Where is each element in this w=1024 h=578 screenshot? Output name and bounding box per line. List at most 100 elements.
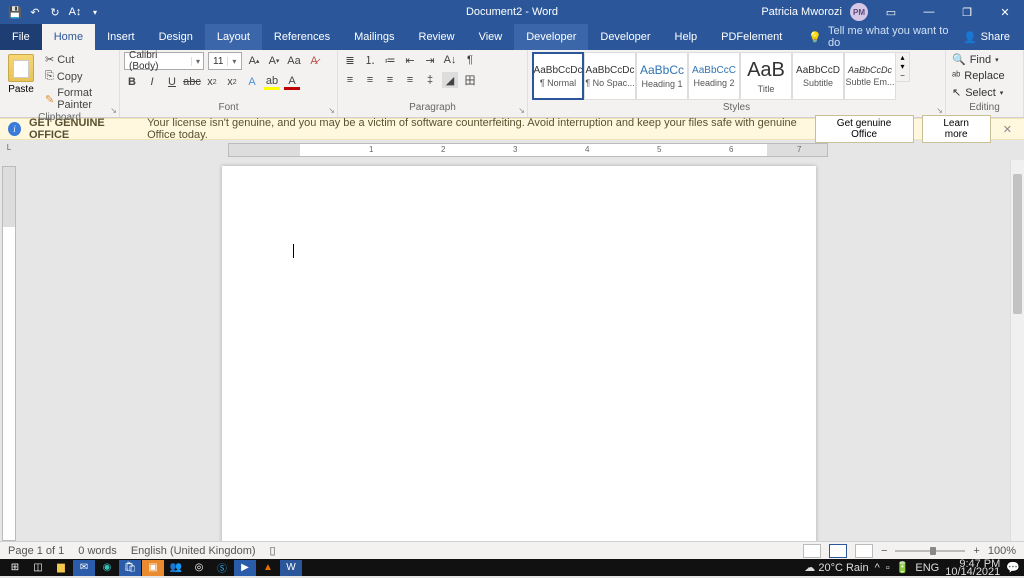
copy-button[interactable]: ⎘Copy [42, 69, 115, 84]
document-area[interactable] [18, 160, 1024, 541]
menu-review[interactable]: Review [407, 24, 467, 50]
menu-view[interactable]: View [467, 24, 515, 50]
web-layout-icon[interactable] [855, 544, 873, 558]
line-spacing-icon[interactable]: ‡ [422, 72, 438, 88]
movies-icon[interactable]: ▶ [234, 560, 256, 576]
bullets-icon[interactable]: ≣ [342, 52, 358, 68]
tell-me[interactable]: 💡 Tell me what you want to do [794, 24, 949, 50]
increase-indent-icon[interactable]: ⇥ [422, 52, 438, 68]
menu-layout[interactable]: Layout [205, 24, 262, 50]
zoom-level[interactable]: 100% [988, 545, 1016, 557]
teams-icon[interactable]: 👥 [165, 560, 187, 576]
styles-launcher-icon[interactable]: ↘ [936, 106, 943, 115]
underline-button[interactable]: U [164, 74, 180, 90]
save-icon[interactable]: 💾 [8, 5, 22, 19]
page[interactable] [222, 166, 816, 541]
menu-developer[interactable]: Developer [514, 24, 588, 50]
grow-font-icon[interactable]: A▴ [246, 53, 262, 69]
store-icon[interactable]: 🛍 [119, 560, 141, 576]
read-mode-icon[interactable] [803, 544, 821, 558]
touch-mode-icon[interactable]: A↕ [68, 5, 82, 19]
sort-icon[interactable]: A↓ [442, 52, 458, 68]
notification-icon[interactable]: 💬 [1006, 561, 1020, 574]
status-page[interactable]: Page 1 of 1 [8, 545, 64, 557]
borders-icon[interactable]: 田 [462, 72, 478, 88]
status-language[interactable]: English (United Kingdom) [131, 545, 256, 557]
redo-icon[interactable]: ↻ [48, 5, 62, 19]
font-launcher-icon[interactable]: ↘ [328, 106, 335, 115]
menu-insert[interactable]: Insert [95, 24, 147, 50]
style-subtle-em---[interactable]: AaBbCcDcSubtle Em... [844, 52, 896, 100]
styles-more-icon[interactable]: ▴▾⎯ [896, 52, 910, 82]
text-effects-icon[interactable]: A [244, 74, 260, 90]
share-button[interactable]: 👤 Share [949, 24, 1024, 50]
warning-close-icon[interactable]: ✕ [999, 123, 1016, 136]
app-icon[interactable]: ▣ [142, 560, 164, 576]
horizontal-ruler[interactable]: 1 2 3 4 5 6 7 [18, 140, 1024, 160]
mail-icon[interactable]: ✉ [73, 560, 95, 576]
tray-chevron-icon[interactable]: ^ [875, 562, 880, 574]
print-layout-icon[interactable] [829, 544, 847, 558]
format-painter-button[interactable]: ✎Format Painter [42, 86, 115, 112]
maximize-icon[interactable]: ❐ [952, 0, 982, 24]
zoom-out-icon[interactable]: − [881, 545, 887, 557]
paste-button[interactable]: Paste [4, 52, 38, 97]
cut-button[interactable]: ✂Cut [42, 52, 115, 67]
style-heading-1[interactable]: AaBbCcHeading 1 [636, 52, 688, 100]
menu-mailings[interactable]: Mailings [342, 24, 406, 50]
language-indicator[interactable]: ENG [915, 562, 939, 574]
menu-file[interactable]: File [0, 24, 42, 50]
menu-design[interactable]: Design [147, 24, 205, 50]
shrink-font-icon[interactable]: A▾ [266, 53, 282, 69]
close-icon[interactable]: ✕ [990, 0, 1020, 24]
change-case-icon[interactable]: Aa [286, 53, 302, 69]
avatar[interactable]: PM [850, 3, 868, 21]
subscript-button[interactable]: x2 [204, 74, 220, 90]
show-marks-icon[interactable]: ¶ [462, 52, 478, 68]
decrease-indent-icon[interactable]: ⇤ [402, 52, 418, 68]
menu-developer2[interactable]: Developer [588, 24, 662, 50]
edge-icon[interactable]: ◉ [96, 560, 118, 576]
skype-icon[interactable]: Ⓢ [211, 560, 233, 576]
style---no-spac---[interactable]: AaBbCcDc¶ No Spac... [584, 52, 636, 100]
italic-button[interactable]: I [144, 74, 160, 90]
style---normal[interactable]: AaBbCcDc¶ Normal [532, 52, 584, 100]
style-heading-2[interactable]: AaBbCcCHeading 2 [688, 52, 740, 100]
justify-icon[interactable]: ≡ [402, 72, 418, 88]
align-left-icon[interactable]: ≡ [342, 72, 358, 88]
vlc-icon[interactable]: ▲ [257, 560, 279, 576]
clipboard-launcher-icon[interactable]: ↘ [110, 106, 117, 115]
battery-icon[interactable]: 🔋 [896, 561, 910, 574]
status-words[interactable]: 0 words [78, 545, 117, 557]
select-button[interactable]: ↖Select▾ [950, 85, 1005, 100]
vertical-ruler[interactable] [0, 160, 18, 541]
qat-more-icon[interactable]: ▾ [88, 5, 102, 19]
task-view-icon[interactable]: ◫ [27, 560, 49, 576]
replace-button[interactable]: ᵃᵇReplace [950, 69, 1007, 83]
clear-format-icon[interactable]: A̷ [306, 53, 322, 69]
align-center-icon[interactable]: ≡ [362, 72, 378, 88]
strike-button[interactable]: abc [184, 74, 200, 90]
paragraph-launcher-icon[interactable]: ↘ [518, 106, 525, 115]
menu-help[interactable]: Help [663, 24, 710, 50]
explorer-icon[interactable]: ▆ [50, 560, 72, 576]
get-genuine-button[interactable]: Get genuine Office [815, 115, 914, 143]
font-size-combo[interactable]: 11▾ [208, 52, 242, 70]
clock[interactable]: 9:47 PM 10/14/2021 [945, 560, 1000, 576]
start-icon[interactable]: ⊞ [4, 560, 26, 576]
ribbon-display-icon[interactable]: ▭ [876, 0, 906, 24]
vertical-scrollbar[interactable] [1010, 160, 1024, 541]
zoom-in-icon[interactable]: + [973, 545, 979, 557]
zoom-slider[interactable] [895, 550, 965, 552]
style-title[interactable]: AaBTitle [740, 52, 792, 100]
undo-icon[interactable]: ↶ [28, 5, 42, 19]
superscript-button[interactable]: x2 [224, 74, 240, 90]
status-macro-icon[interactable]: ▯ [270, 544, 276, 557]
multilevel-icon[interactable]: ≔ [382, 52, 398, 68]
user-name[interactable]: Patricia Mworozi [761, 6, 842, 18]
find-button[interactable]: 🔍Find▾ [950, 52, 1001, 67]
numbering-icon[interactable]: ⒈ [362, 52, 378, 68]
menu-home[interactable]: Home [42, 24, 95, 50]
chrome-icon[interactable]: ◎ [188, 560, 210, 576]
tray-app-icon[interactable]: ▫ [886, 562, 890, 574]
